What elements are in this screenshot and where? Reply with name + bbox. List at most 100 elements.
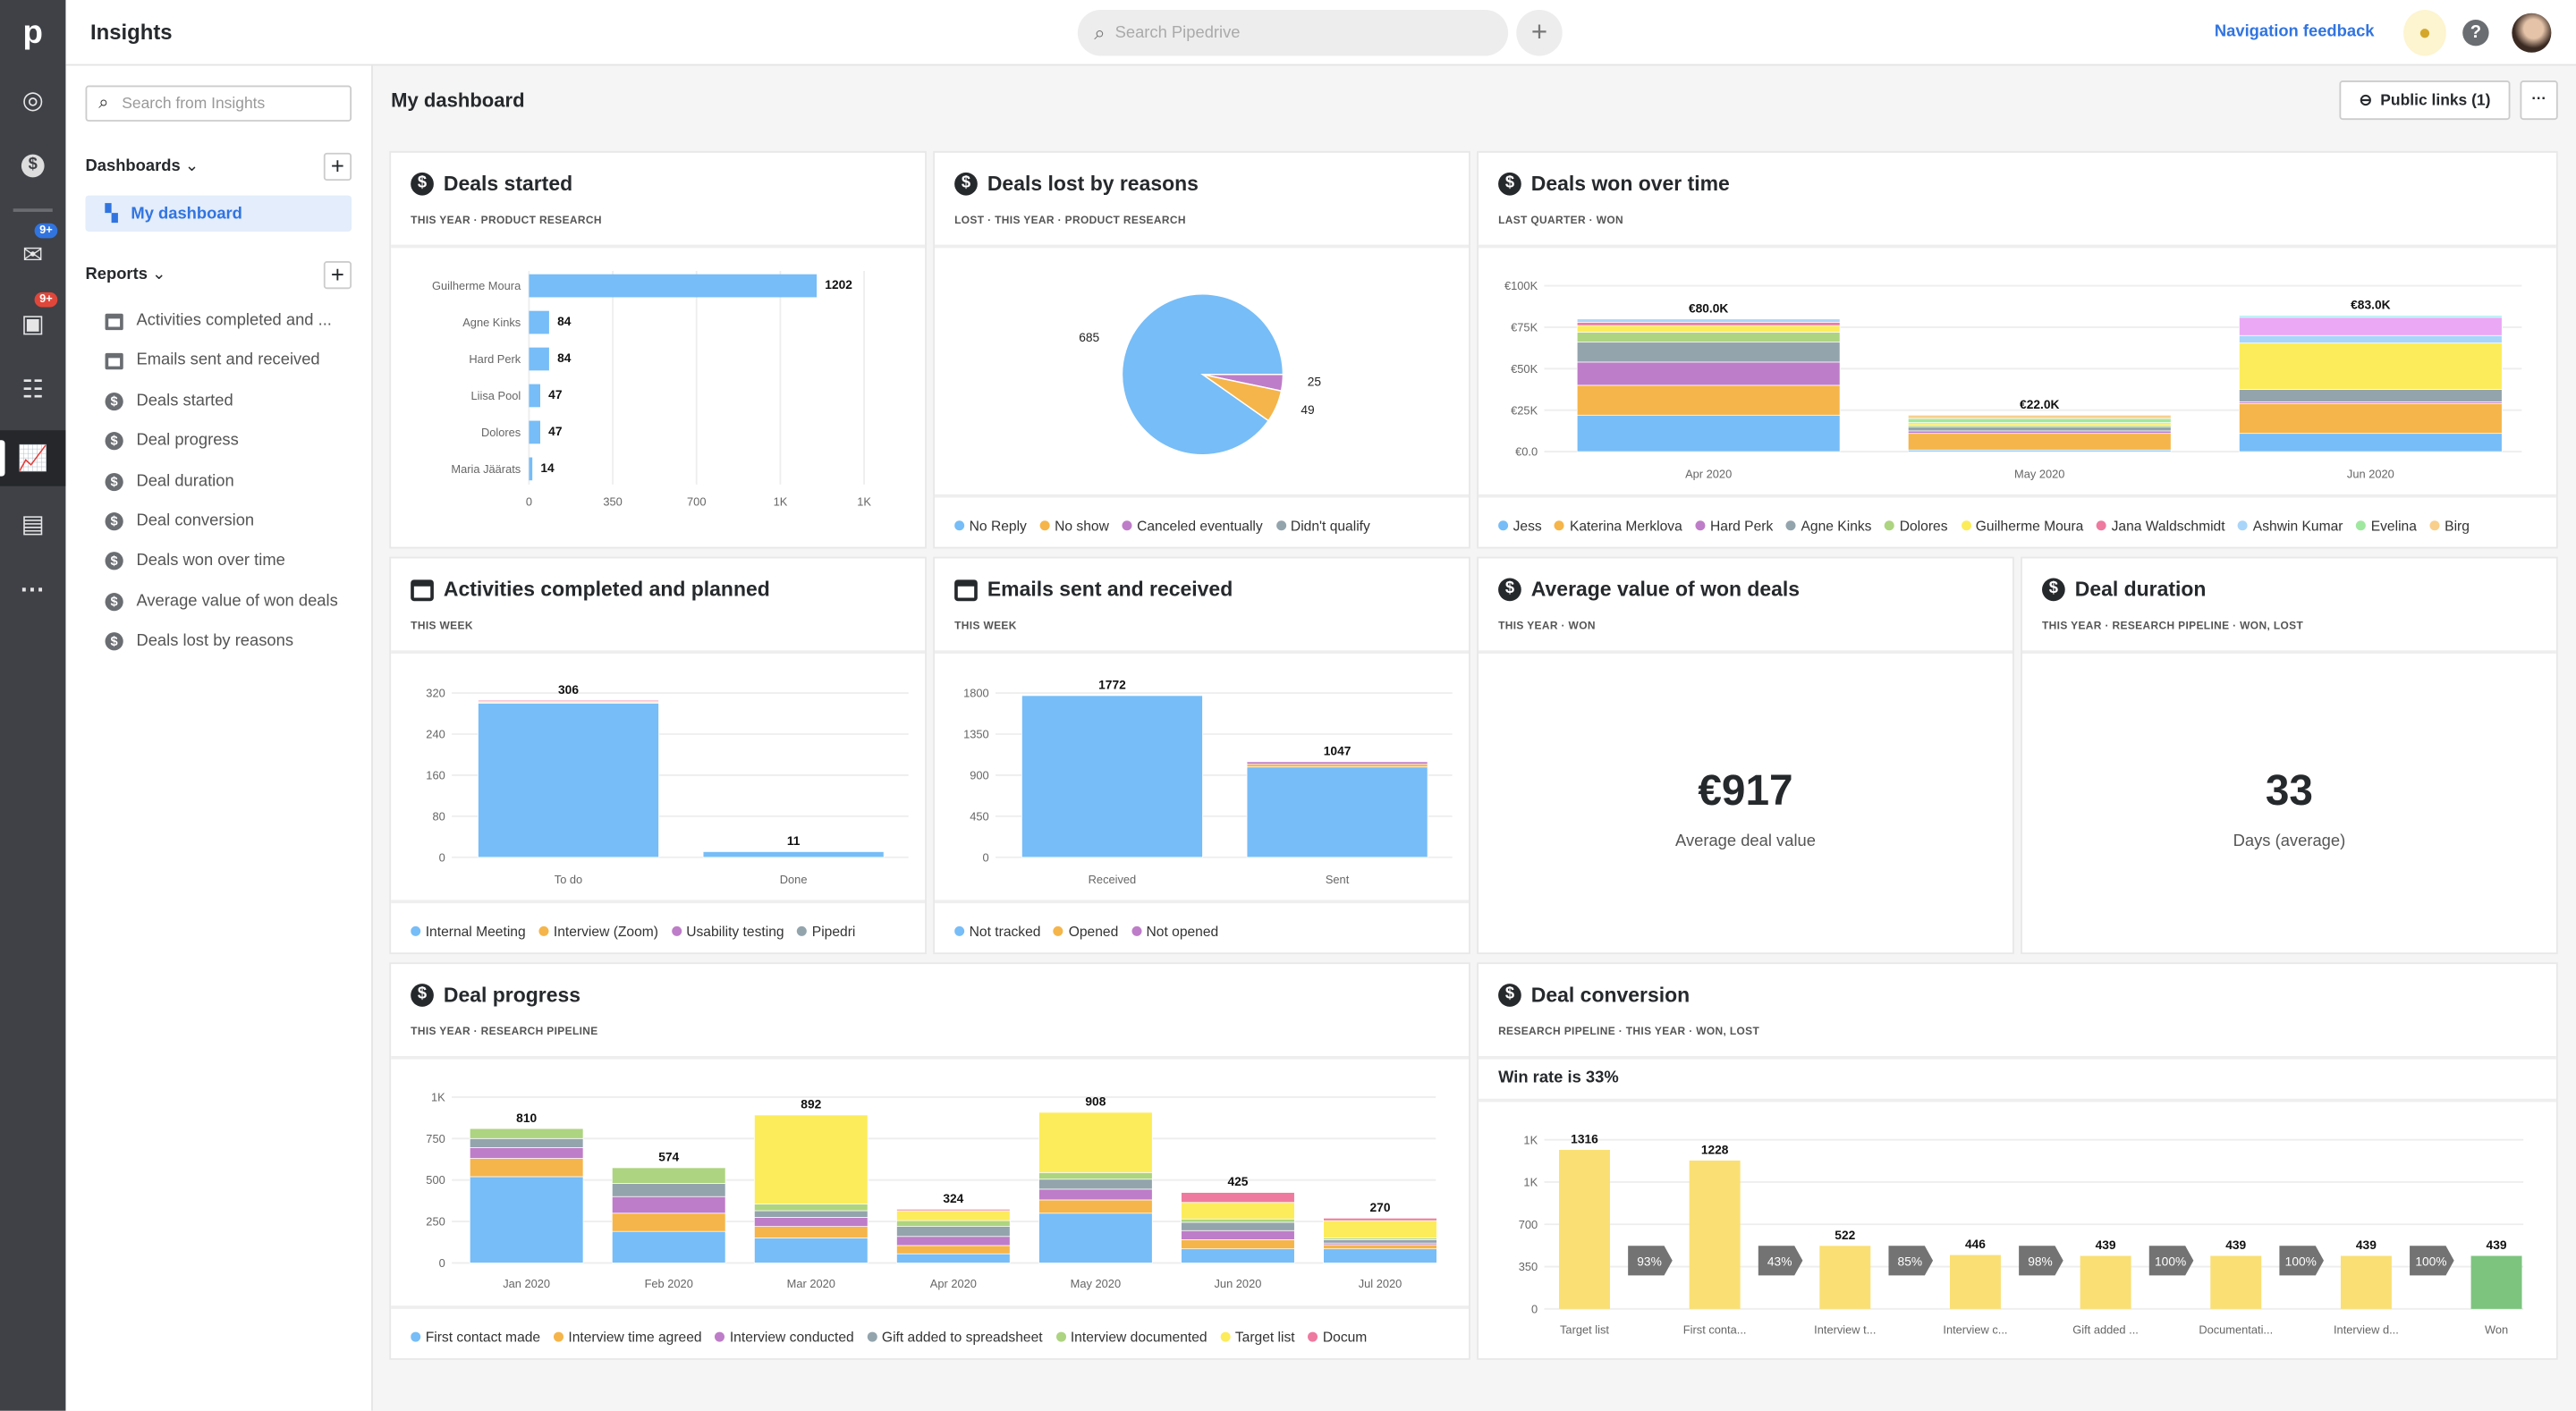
bar-segment[interactable] <box>754 1238 869 1263</box>
report-item[interactable]: $ Deals started <box>105 392 233 410</box>
bar-segment[interactable] <box>1576 325 1841 333</box>
bar[interactable] <box>2210 1255 2262 1309</box>
bar-segment[interactable] <box>1181 1202 1295 1220</box>
nav-deals-icon[interactable]: $ <box>0 138 65 193</box>
global-search-input[interactable]: ⌕ Search Pipedrive <box>1077 10 1509 56</box>
bar-segment[interactable] <box>1038 1111 1153 1173</box>
report-item[interactable]: Emails sent and received <box>105 352 320 370</box>
legend-item[interactable]: Dolores <box>1885 518 1948 534</box>
insights-search-input[interactable]: ⌕ Search from Insights <box>85 85 352 122</box>
bar-segment[interactable] <box>896 1253 1011 1263</box>
legend-item[interactable]: Agne Kinks <box>1785 518 1871 534</box>
lightbulb-icon[interactable]: ● <box>2403 10 2446 56</box>
bar-segment[interactable] <box>469 1147 584 1159</box>
bar-segment[interactable] <box>1038 1179 1153 1190</box>
bar-segment[interactable] <box>896 1236 1011 1246</box>
bar-segment[interactable] <box>1907 426 2172 432</box>
bar[interactable] <box>1949 1255 2001 1309</box>
bar-segment[interactable] <box>1181 1239 1295 1250</box>
pie-slice[interactable] <box>1121 293 1284 456</box>
legend-item[interactable]: Gift added to spreadsheet <box>867 1329 1043 1345</box>
nav-products-box-icon[interactable]: ▤ <box>0 496 65 552</box>
bar-segment[interactable] <box>469 1137 584 1148</box>
bar-segment[interactable] <box>1246 766 1428 858</box>
bar[interactable] <box>2470 1255 2522 1309</box>
bar[interactable] <box>2080 1255 2131 1309</box>
bar-segment[interactable] <box>611 1230 726 1263</box>
legend-item[interactable]: No show <box>1039 518 1109 534</box>
bar[interactable] <box>1559 1150 1610 1309</box>
bar-segment[interactable] <box>2239 389 2503 402</box>
dashboard-item-my-dashboard[interactable]: ▚ My dashboard <box>85 195 352 232</box>
bar[interactable] <box>529 310 549 334</box>
help-icon[interactable]: ? <box>2462 20 2489 46</box>
card-deal-duration[interactable]: $ Deal duration THIS YEAR · RESEARCH PIPEL… <box>2021 558 2556 953</box>
bar-segment[interactable] <box>2239 433 2503 452</box>
bar-segment[interactable] <box>611 1167 726 1184</box>
report-item[interactable]: $ Deals lost by reasons <box>105 632 293 651</box>
user-avatar[interactable] <box>2512 13 2552 53</box>
bar-segment[interactable] <box>469 1128 584 1139</box>
bar-segment[interactable] <box>478 699 659 702</box>
bar-segment[interactable] <box>1181 1229 1295 1240</box>
legend-item[interactable]: Interview time agreed <box>553 1329 702 1345</box>
bar-segment[interactable] <box>1323 1220 1437 1238</box>
bar-segment[interactable] <box>896 1208 1011 1212</box>
bar-segment[interactable] <box>896 1210 1011 1221</box>
dashboard-more-button[interactable]: ··· <box>2520 80 2558 121</box>
bar[interactable] <box>529 457 533 481</box>
legend-item[interactable]: Not tracked <box>954 923 1040 940</box>
bar-segment[interactable] <box>1576 414 1841 452</box>
bar-segment[interactable] <box>1181 1248 1295 1263</box>
report-item[interactable]: Activities completed and ... <box>105 312 332 330</box>
bar-segment[interactable] <box>2239 317 2503 336</box>
bar-segment[interactable] <box>2239 342 2503 390</box>
legend-item[interactable]: Interview conducted <box>715 1329 854 1345</box>
legend-item[interactable]: Pipedri <box>797 923 855 940</box>
dashboards-toggle[interactable]: Dashboards ⌄ <box>86 157 199 175</box>
card-deal-progress[interactable]: $ Deal progress THIS YEAR · RESEARCH PIPEL… <box>391 964 1470 1358</box>
bar[interactable] <box>1689 1160 1741 1309</box>
report-item[interactable]: $ Deal progress <box>105 432 239 451</box>
legend-item[interactable]: Target list <box>1220 1329 1295 1345</box>
card-deals-started[interactable]: $ Deals started THIS YEAR · PRODUCT RESEAR… <box>391 152 926 547</box>
bar-segment[interactable] <box>611 1183 726 1197</box>
bar-segment[interactable] <box>469 1158 584 1178</box>
legend-item[interactable]: Internal Meeting <box>411 923 526 940</box>
bar-segment[interactable] <box>1181 1218 1295 1223</box>
legend-item[interactable]: Evelina <box>2356 518 2417 534</box>
legend-item[interactable]: Ashwin Kumar <box>2238 518 2343 534</box>
legend-item[interactable]: Canceled eventually <box>1122 518 1263 534</box>
pipedrive-logo[interactable]: p <box>0 5 65 61</box>
bar-segment[interactable] <box>1246 764 1428 768</box>
bar-segment[interactable] <box>2239 315 2503 318</box>
legend-item[interactable]: Guilherme Moura <box>1961 518 2083 534</box>
nav-mail-icon[interactable]: ✉ 9+ <box>0 223 65 282</box>
bar-segment[interactable] <box>754 1217 869 1227</box>
bar-segment[interactable] <box>1181 1221 1295 1231</box>
bar-segment[interactable] <box>611 1196 726 1214</box>
quick-add-plus-button[interactable]: + <box>1516 10 1563 56</box>
bar-segment[interactable] <box>896 1226 1011 1238</box>
bar[interactable] <box>529 274 818 298</box>
bar-segment[interactable] <box>1907 422 2172 426</box>
bar-segment[interactable] <box>469 1176 584 1263</box>
bar-segment[interactable] <box>1907 433 2172 451</box>
card-emails[interactable]: Emails sent and received THIS WEEK 0 450 900… <box>935 558 1470 953</box>
bar-segment[interactable] <box>1907 414 2172 419</box>
bar-segment[interactable] <box>1021 695 1203 858</box>
legend-item[interactable]: Interview (Zoom) <box>538 923 658 940</box>
bar-segment[interactable] <box>2239 334 2503 343</box>
bar-segment[interactable] <box>1576 318 1841 323</box>
bar-segment[interactable] <box>1323 1244 1437 1250</box>
bar-segment[interactable] <box>702 851 885 858</box>
nav-insights-chart-icon[interactable]: 📈 <box>0 430 66 486</box>
add-dashboard-button[interactable]: + <box>323 152 352 182</box>
legend-item[interactable]: First contact made <box>411 1329 540 1345</box>
bar-segment[interactable] <box>2239 402 2503 435</box>
legend-item[interactable]: Birg <box>2429 518 2470 534</box>
bar-segment[interactable] <box>1038 1188 1153 1201</box>
legend-item[interactable]: Interview documented <box>1055 1329 1208 1345</box>
bar-segment[interactable] <box>478 703 659 858</box>
bar-segment[interactable] <box>1576 384 1841 416</box>
